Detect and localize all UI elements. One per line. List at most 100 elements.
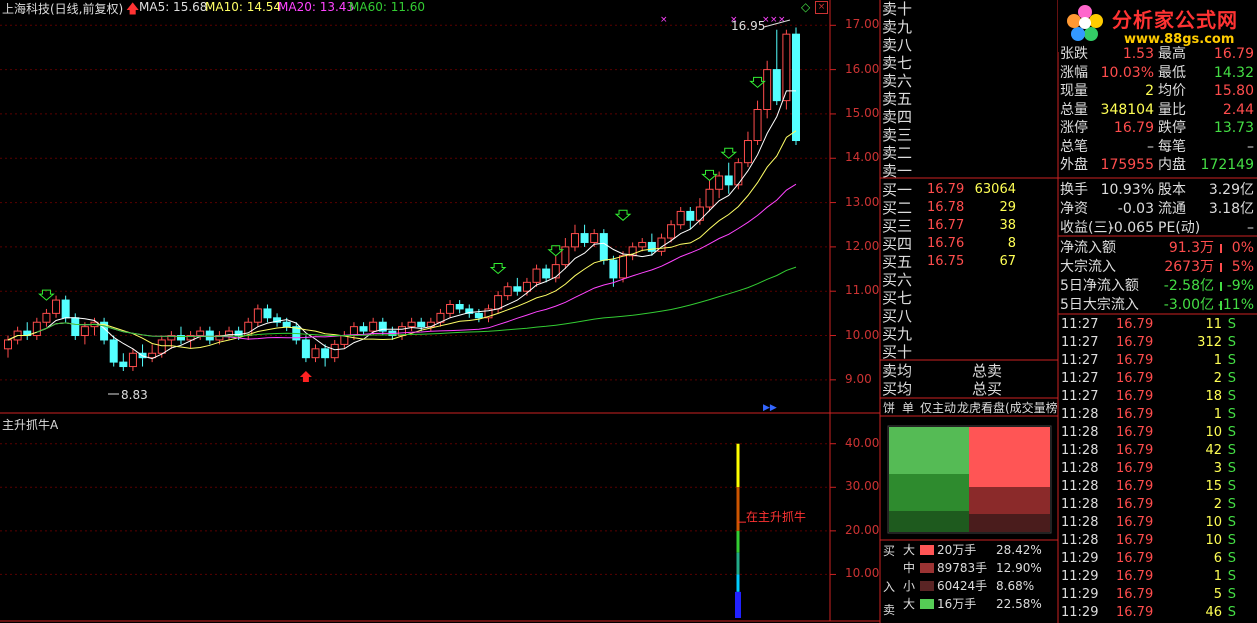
tick-side: S: [1227, 605, 1236, 620]
candle-body: [321, 348, 330, 359]
tick-row[interactable]: 11:27 16.79 18 S: [1060, 388, 1256, 406]
candle-body: [609, 259, 618, 279]
stat-value: 175955: [1100, 157, 1154, 173]
tick-volume: 1: [1213, 353, 1222, 368]
flow-color-swatch: [920, 563, 934, 573]
buy-row: 买七: [882, 289, 1058, 307]
candle-body: [580, 233, 589, 243]
tick-row[interactable]: 11:28 16.79 10 S: [1060, 514, 1256, 532]
stat-label: 外盘: [1060, 157, 1088, 173]
buy-row-price: 16.76: [927, 236, 965, 251]
tick-side: S: [1227, 389, 1236, 404]
indicator-signal-label: 在主升抓牛: [746, 510, 807, 524]
tab-active-only[interactable]: 仅主动: [920, 400, 956, 416]
stat-label: 总量: [1060, 101, 1088, 118]
indicator-bar-segment: [736, 552, 740, 575]
stat-label: 内盘: [1158, 157, 1186, 173]
tick-row[interactable]: 11:29 16.79 5 S: [1060, 586, 1256, 604]
buy-row-label: 买十: [882, 343, 913, 361]
flow-row: 大 20万手 28.42%: [900, 541, 1055, 559]
candle-body: [667, 224, 676, 239]
candle-body: [734, 162, 743, 186]
flow-side-label: 大: [903, 543, 916, 557]
tick-side: S: [1227, 461, 1236, 476]
tick-row[interactable]: 11:29 16.79 46 S: [1060, 604, 1256, 622]
candle-body: [772, 69, 781, 102]
tick-side: S: [1227, 515, 1236, 530]
candle-body: [532, 268, 541, 283]
tab-pie[interactable]: 饼: [883, 400, 895, 416]
flow-side-label: 小: [903, 579, 916, 593]
tick-volume: 3: [1213, 461, 1222, 476]
capital-row: 大宗流入 2673万 5%: [1060, 258, 1256, 277]
candle-body: [42, 312, 51, 323]
stat-label: 最低: [1158, 64, 1186, 81]
tick-side: S: [1227, 317, 1236, 332]
tick-row[interactable]: 11:29 16.79 1 S: [1060, 568, 1256, 586]
close-icon[interactable]: ×: [815, 1, 828, 14]
tick-volume: 1: [1213, 569, 1222, 584]
candle-body: [330, 343, 339, 359]
flow-amount: 60424手: [937, 579, 988, 593]
tab-single[interactable]: 单: [902, 400, 914, 416]
flow-amount: 89783手: [937, 561, 988, 575]
sell-row: 卖六: [882, 72, 1058, 90]
candle-body: [369, 321, 378, 332]
capital-label: 净流入额: [1060, 240, 1116, 256]
tick-row[interactable]: 11:27 16.79 2 S: [1060, 370, 1256, 388]
stat-label: 总笔: [1060, 138, 1088, 155]
candle-body: [542, 268, 551, 279]
sell-row-label: 卖九: [882, 18, 913, 36]
tick-row[interactable]: 11:28 16.79 10 S: [1060, 424, 1256, 442]
tick-price: 16.79: [1116, 353, 1154, 368]
stat-row: 总笔 – 每笔 –: [1060, 138, 1256, 157]
candle-body: [705, 188, 714, 208]
tick-time: 11:29: [1061, 605, 1099, 620]
ma20-label: MA20: 13.43: [278, 0, 355, 14]
buy-row-label: 买五: [882, 253, 913, 271]
candle-body: [455, 304, 464, 310]
tick-volume: 11: [1205, 317, 1222, 332]
flow-amount: 20万手: [937, 543, 977, 557]
stat-value: 172149: [1200, 157, 1254, 173]
buy-row-price: 16.77: [927, 218, 965, 233]
candle-body: [128, 352, 137, 368]
candle-body: [196, 330, 205, 337]
stat-row: 总量 348104 量比 2.44: [1060, 101, 1256, 120]
flower-logo-icon: [1066, 4, 1104, 42]
price-tick-label: 9.00: [845, 371, 872, 386]
tick-row[interactable]: 11:28 16.79 3 S: [1060, 460, 1256, 478]
buy-row-label: 买一: [882, 181, 913, 199]
tick-row[interactable]: 11:27 16.79 11 S: [1060, 316, 1256, 334]
marker-x-icon: ×: [660, 15, 668, 25]
tick-row[interactable]: 11:28 16.79 15 S: [1060, 478, 1256, 496]
tick-row[interactable]: 11:29 16.79 6 S: [1060, 550, 1256, 568]
price-tick-label: 14.00: [845, 150, 880, 165]
diamond-icon[interactable]: ◇: [801, 0, 810, 14]
candle-body: [417, 321, 426, 328]
tab-dragon-tiger[interactable]: 龙虎看盘(成交量榜: [957, 400, 1057, 416]
treemap-buy-small: [889, 511, 969, 532]
candle-body: [590, 233, 599, 243]
candle-body: [619, 255, 628, 279]
candle-body: [763, 69, 772, 111]
tick-row[interactable]: 11:28 16.79 2 S: [1060, 496, 1256, 514]
tick-row[interactable]: 11:27 16.79 1 S: [1060, 352, 1256, 370]
tick-row[interactable]: 11:27 16.79 312 S: [1060, 334, 1256, 352]
stat-value: –: [1247, 220, 1254, 236]
buy-row-volume: 67: [999, 254, 1016, 269]
tick-volume: 312: [1197, 335, 1222, 350]
capital-label: 大宗流入: [1060, 259, 1116, 275]
candle-body: [52, 299, 61, 314]
candle-body: [513, 286, 522, 292]
indicator-bar-segment: [736, 443, 740, 488]
stat-value: -0.03: [1117, 201, 1154, 217]
tick-row[interactable]: 11:28 16.79 1 S: [1060, 406, 1256, 424]
tick-row[interactable]: 11:28 16.79 42 S: [1060, 442, 1256, 460]
tick-row[interactable]: 11:28 16.79 10 S: [1060, 532, 1256, 550]
capital-label: 5日净流入额: [1060, 278, 1139, 294]
tick-time: 11:28: [1061, 479, 1099, 494]
tick-price: 16.79: [1116, 443, 1154, 458]
stock-title: 上海科技(日线,前复权): [2, 2, 124, 16]
tick-time: 11:27: [1061, 353, 1099, 368]
